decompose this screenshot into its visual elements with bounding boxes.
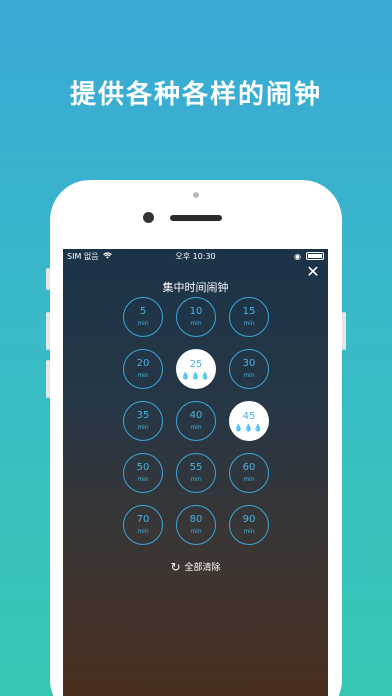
alarm-option-unit: min <box>243 476 255 483</box>
alarm-option-unit: min <box>190 320 202 327</box>
alarm-option-value: 20 <box>136 358 150 369</box>
alarm-option-unit: min <box>137 320 149 327</box>
alarm-option-unit: min <box>137 372 149 379</box>
alarm-option-value: 80 <box>189 514 203 525</box>
alarm-option-value: 10 <box>189 306 203 317</box>
alarm-option-10[interactable]: 10 min <box>176 297 216 337</box>
drop-icons: 💧💧💧 <box>234 423 264 432</box>
alarm-option-70[interactable]: 70 min <box>123 505 163 545</box>
alarm-option-value: 50 <box>136 462 150 473</box>
alarm-option-5[interactable]: 5 min <box>123 297 163 337</box>
alarm-option-value: 60 <box>242 462 256 473</box>
alarm-option-value: 5 <box>139 306 147 317</box>
alarm-option-value: 30 <box>242 358 256 369</box>
alarm-option-15[interactable]: 15 min <box>229 297 269 337</box>
alarm-option-55[interactable]: 55 min <box>176 453 216 493</box>
alarm-option-unit: min <box>243 528 255 535</box>
alarm-option-unit: min <box>190 424 202 431</box>
alarm-option-unit: min <box>243 372 255 379</box>
app-screen: SIM 없음 오후 10:30 ◉ ✕ 集中时间闹钟 5 min 10 min 15 mi… <box>63 249 328 696</box>
alarm-option-value: 15 <box>242 306 256 317</box>
alarm-option-25[interactable]: 25 💧💧💧 <box>176 349 216 389</box>
alarm-option-value: 40 <box>189 410 203 421</box>
clear-all-button[interactable]: ↻ 全部清除 <box>63 559 328 574</box>
alarm-option-value: 25 <box>189 358 203 370</box>
alarm-option-30[interactable]: 30 min <box>229 349 269 389</box>
close-button[interactable]: ✕ <box>306 264 320 280</box>
status-bar: SIM 없음 오후 10:30 ◉ <box>63 249 328 263</box>
alarm-option-unit: min <box>137 528 149 535</box>
alarm-option-80[interactable]: 80 min <box>176 505 216 545</box>
phone-sensor <box>193 192 199 198</box>
alarm-option-50[interactable]: 50 min <box>123 453 163 493</box>
volume-down-button <box>46 360 50 398</box>
front-camera <box>143 212 154 223</box>
phone-speaker <box>170 215 222 221</box>
phone-frame: SIM 없음 오후 10:30 ◉ ✕ 集中时间闹钟 5 min 10 min 15 mi… <box>50 180 342 696</box>
alarm-option-40[interactable]: 40 min <box>176 401 216 441</box>
clear-all-label: 全部清除 <box>184 563 221 573</box>
alarm-option-90[interactable]: 90 min <box>229 505 269 545</box>
alarm-option-unit: min <box>137 424 149 431</box>
alarm-option-value: 35 <box>136 410 150 421</box>
volume-up-button <box>46 312 50 350</box>
alarm-option-unit: min <box>137 476 149 483</box>
power-button <box>342 312 346 350</box>
alarm-option-45[interactable]: 45 💧💧💧 <box>229 401 269 441</box>
alarm-option-value: 55 <box>189 462 203 473</box>
alarm-option-value: 90 <box>242 514 256 525</box>
alarm-option-unit: min <box>190 528 202 535</box>
alarm-option-60[interactable]: 60 min <box>229 453 269 493</box>
headline: 提供各种各样的闹钟 <box>69 80 322 110</box>
alarm-option-35[interactable]: 35 min <box>123 401 163 441</box>
modal-title: 集中时间闹钟 <box>162 281 229 294</box>
alarm-option-value: 70 <box>136 514 150 525</box>
alarm-option-value: 45 <box>242 410 256 422</box>
alarm-option-20[interactable]: 20 min <box>123 349 163 389</box>
drop-icons: 💧💧💧 <box>181 371 211 380</box>
alarm-option-unit: min <box>190 476 202 483</box>
status-time: 오후 10:30 <box>175 251 216 261</box>
alarm-option-unit: min <box>243 320 255 327</box>
mute-switch <box>46 268 50 290</box>
refresh-icon: ↻ <box>170 559 181 574</box>
alarm-grid: 5 min 10 min 15 min 20 min 25 💧💧💧 30 min 35 min 40 min 4… <box>123 297 275 545</box>
